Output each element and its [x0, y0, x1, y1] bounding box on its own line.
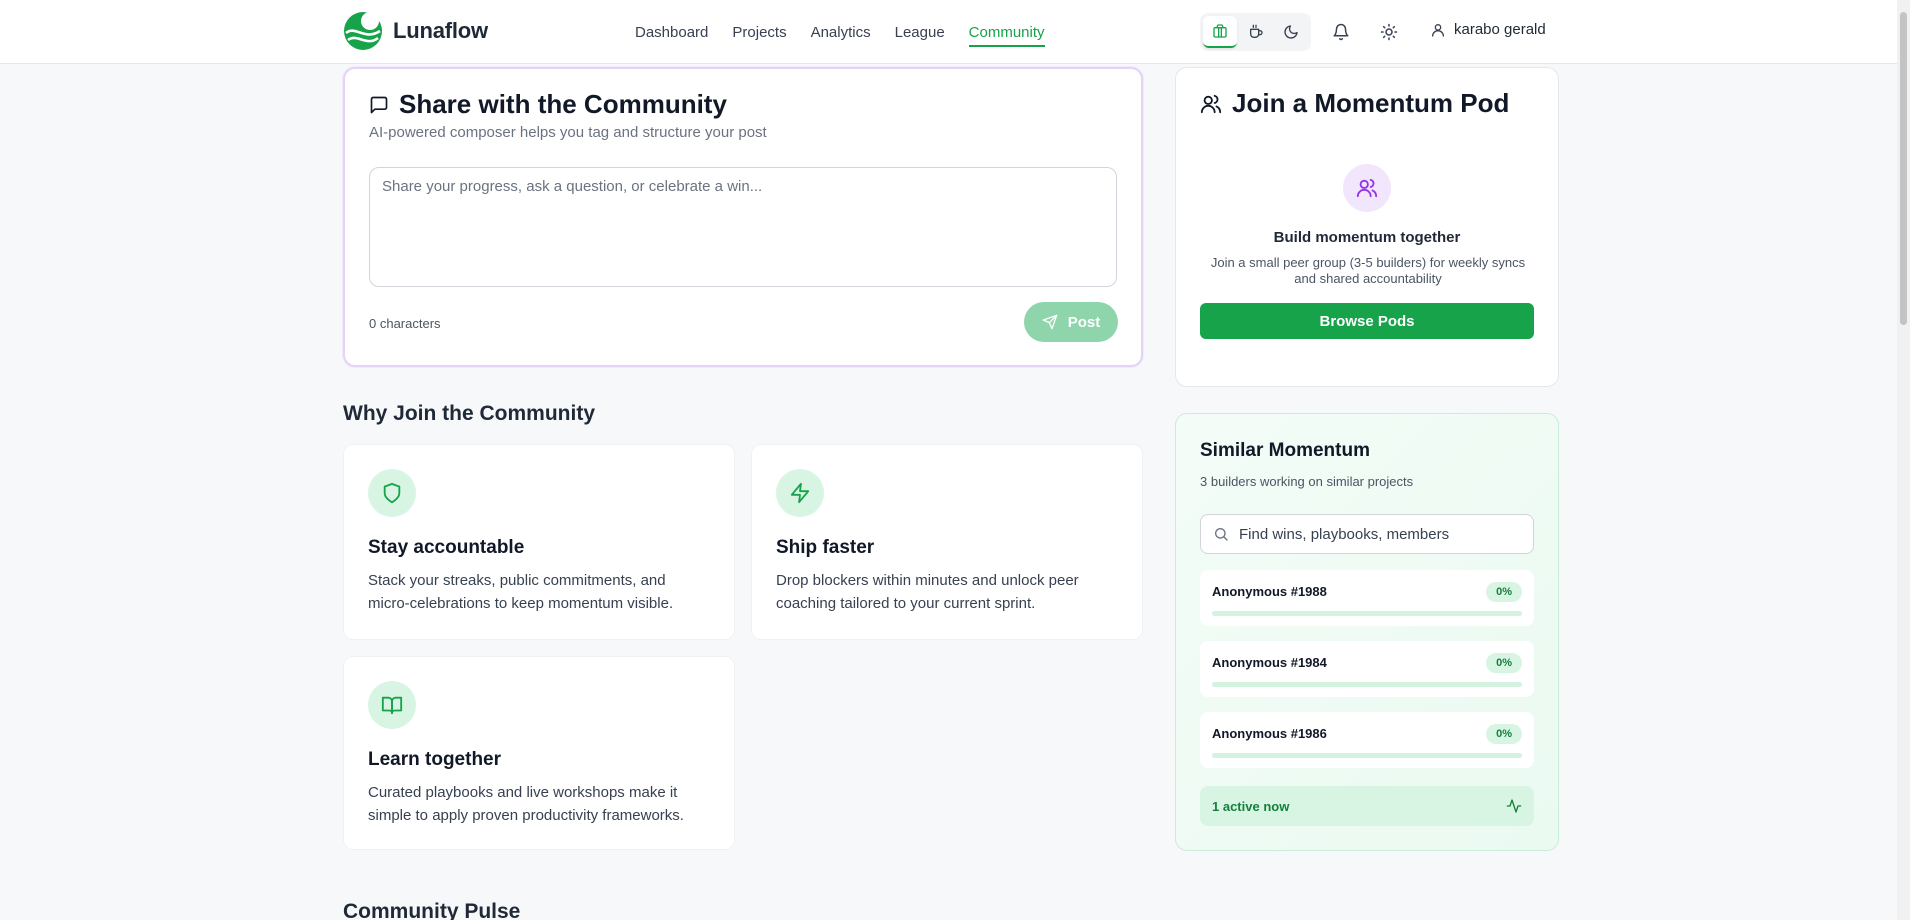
zap-icon: [790, 482, 810, 504]
feature-description: Stack your streaks, public commitments, …: [368, 572, 674, 612]
mode-switcher: [1200, 13, 1311, 51]
nav-analytics[interactable]: Analytics: [811, 16, 871, 49]
nav-community[interactable]: Community: [968, 16, 1045, 49]
activity-icon: [1506, 799, 1522, 813]
community-pulse-title: Community Pulse: [343, 900, 521, 920]
users-icon: [1200, 94, 1222, 113]
post-button[interactable]: Post: [1024, 302, 1118, 342]
feature-card-accountable: Stay accountable Stack your streaks, pub…: [343, 444, 735, 640]
feature-title: Learn together: [368, 749, 502, 770]
pod-title-text: Join a Momentum Pod: [1232, 88, 1510, 118]
browse-pods-button[interactable]: Browse Pods: [1200, 303, 1534, 339]
feature-description: Drop blockers within minutes and unlock …: [776, 572, 1079, 612]
coffee-icon: [1249, 24, 1263, 38]
member-row[interactable]: Anonymous #1986 0%: [1200, 712, 1534, 768]
post-textarea[interactable]: [369, 167, 1117, 287]
briefcase-icon: [1213, 24, 1227, 38]
notifications-button[interactable]: [1326, 17, 1356, 47]
progress-bar: [1212, 682, 1522, 687]
feature-card-ship-faster: Ship faster Drop blockers within minutes…: [751, 444, 1143, 640]
member-row[interactable]: Anonymous #1988 0%: [1200, 570, 1534, 626]
message-square-icon: [370, 96, 388, 113]
pod-description: Join a small peer group (3-5 builders) f…: [1210, 255, 1526, 286]
feature-icon-wrap: [368, 469, 416, 517]
member-name: Anonymous #1984: [1212, 655, 1327, 670]
progress-badge: 0%: [1486, 582, 1522, 602]
post-button-label: Post: [1067, 313, 1101, 331]
nav-league[interactable]: League: [895, 16, 945, 49]
search-input[interactable]: [1239, 525, 1519, 543]
feature-card-learn-together: Learn together Curated playbooks and liv…: [343, 656, 735, 850]
app-name: Lunaflow: [393, 18, 488, 43]
send-icon: [1042, 314, 1058, 330]
progress-badge: 0%: [1486, 653, 1522, 673]
composer-title-text: Share with the Community: [399, 89, 727, 119]
member-name: Anonymous #1986: [1212, 726, 1327, 741]
active-now-text: 1 active now: [1212, 798, 1290, 814]
pod-heading: Build momentum together: [1273, 229, 1461, 246]
active-now-banner: 1 active now: [1200, 786, 1534, 826]
similar-subtitle: 3 builders working on similar projects: [1200, 474, 1414, 489]
why-join-title: Why Join the Community: [343, 402, 595, 425]
progress-bar: [1212, 753, 1522, 758]
main-nav: Dashboard Projects Analytics League Comm…: [635, 0, 1045, 64]
pod-title: Join a Momentum Pod: [1200, 88, 1509, 119]
community-composer: Share with the Community AI-powered comp…: [343, 67, 1143, 367]
progress-badge: 0%: [1486, 724, 1522, 744]
member-search[interactable]: [1200, 514, 1534, 554]
progress-bar: [1212, 611, 1522, 616]
bell-icon: [1333, 23, 1349, 41]
work-mode-button[interactable]: [1203, 16, 1237, 48]
member-row[interactable]: Anonymous #1984 0%: [1200, 641, 1534, 697]
feature-title: Ship faster: [776, 537, 875, 558]
similar-momentum-card: Similar Momentum 3 builders working on s…: [1175, 413, 1559, 851]
user-name: karabo gerald: [1454, 21, 1546, 38]
member-name: Anonymous #1988: [1212, 584, 1327, 599]
shield-icon: [383, 482, 401, 504]
book-open-icon: [381, 696, 403, 715]
nav-projects[interactable]: Projects: [732, 16, 786, 49]
pod-icon-wrap: [1343, 164, 1391, 212]
break-mode-button[interactable]: [1239, 16, 1273, 48]
sun-icon: [1380, 23, 1398, 41]
nav-dashboard[interactable]: Dashboard: [635, 16, 708, 49]
moon-icon: [1284, 25, 1298, 39]
users-icon: [1356, 178, 1378, 198]
feature-icon-wrap: [776, 469, 824, 517]
top-navigation-bar: Lunaflow Dashboard Projects Analytics Le…: [0, 0, 1897, 64]
composer-subtitle: AI-powered composer helps you tag and st…: [369, 124, 767, 141]
scrollbar-thumb[interactable]: [1900, 12, 1907, 325]
user-menu[interactable]: karabo gerald: [1430, 21, 1546, 38]
night-mode-button[interactable]: [1274, 16, 1308, 48]
feature-title: Stay accountable: [368, 537, 525, 558]
feature-description: Curated playbooks and live workshops mak…: [368, 784, 684, 824]
feature-icon-wrap: [368, 681, 416, 729]
user-icon: [1432, 23, 1444, 37]
page-scrollbar[interactable]: [1897, 0, 1910, 920]
momentum-pod-card: Join a Momentum Pod Build momentum toget…: [1175, 67, 1559, 387]
composer-title: Share with the Community: [369, 89, 727, 120]
character-count: 0 characters: [369, 316, 441, 331]
lunaflow-logo-icon: [344, 12, 382, 50]
theme-toggle-button[interactable]: [1374, 17, 1404, 47]
similar-title: Similar Momentum: [1200, 440, 1370, 461]
search-icon: [1215, 528, 1228, 541]
app-logo[interactable]: Lunaflow: [343, 11, 488, 51]
